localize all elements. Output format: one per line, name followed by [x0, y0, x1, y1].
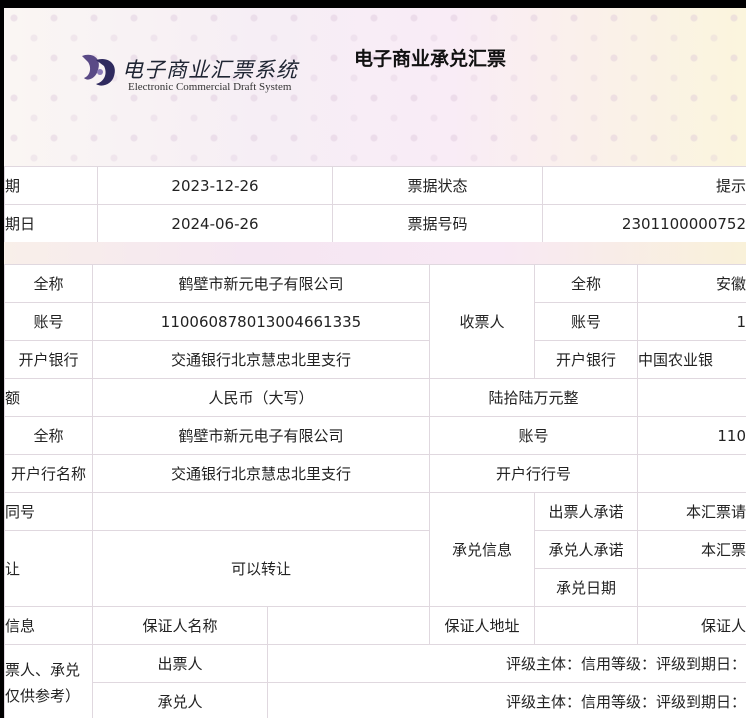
due-date-value: 2024-06-26: [97, 204, 333, 243]
section-divider: [4, 242, 746, 264]
acceptor-bank-value: 交通银行北京慧忠北里支行: [91, 454, 431, 493]
table-row: 让 可以转让 承兑人承诺 本汇票: [4, 530, 746, 607]
rating-section-label: 票人、承兑 仅供参考）: [4, 644, 93, 718]
acceptor-promise-label: 承兑人承诺: [534, 530, 639, 569]
drawer-promise-label: 出票人承诺: [534, 492, 639, 531]
payee-name-label: 全称: [534, 264, 639, 303]
drawer-name-label: 全称: [4, 264, 93, 303]
table-row: 期日 2024-06-26 票据号码 2301100000752: [4, 204, 746, 243]
logo-chinese-text: 电子商业汇票系统: [122, 58, 298, 82]
amount-label: 额: [4, 378, 93, 417]
status-label: 票据状态: [332, 166, 543, 205]
payee-section-label: 收票人: [429, 264, 536, 379]
acceptor-bank-no-label: 开户行行号: [429, 454, 639, 493]
transfer-value: 可以转让: [91, 530, 431, 607]
draft-number-label: 票据号码: [332, 204, 543, 243]
acceptor-account-label: 账号: [429, 416, 639, 455]
guarantor-address-label: 保证人地址: [429, 606, 536, 645]
acceptor-bank-label: 开户行名称: [4, 454, 93, 493]
acceptor-name-value: 鹤壁市新元电子有限公司: [91, 416, 431, 455]
drawer-name-value: 鹤壁市新元电子有限公司: [91, 264, 431, 303]
acceptance-date-value: [637, 568, 746, 607]
status-value: 提示: [542, 166, 746, 205]
drawer-account-value: 110060878013004661335: [91, 302, 431, 341]
table-row: 全称 鹤壁市新元电子有限公司 账号 110: [4, 416, 746, 455]
ecds-logo-icon: [82, 54, 115, 86]
contract-number-label: 同号: [4, 492, 93, 531]
acceptor-account-value: 110: [637, 416, 746, 455]
drawer-promise-value: 本汇票请: [637, 492, 746, 531]
page-title: 电子商业承兑汇票: [354, 48, 507, 70]
table-row: 额 人民币（大写） 陆拾陆万元整: [4, 378, 746, 417]
payee-name-value: 安徽: [637, 264, 746, 303]
acceptor-bank-no-value: [637, 454, 746, 493]
logo-english-text: Electronic Commercial Draft System: [128, 81, 292, 93]
guarantor-address-value: [534, 606, 639, 645]
issue-date-label: 期: [4, 166, 98, 205]
table-row: 同号 承兑信息 出票人承诺 本汇票请: [4, 492, 746, 607]
rating-acceptor-value: 评级主体：信用等级：评级到期日：: [266, 682, 746, 718]
drawer-account-label: 账号: [4, 302, 93, 341]
amount-extra-cell: [637, 378, 746, 417]
rating-label-line-2: 仅供参考）: [5, 686, 81, 705]
payee-account-label: 账号: [534, 302, 639, 341]
acceptor-name-label: 全称: [4, 416, 93, 455]
ecds-logo: 电子商业汇票系统 Electronic Commercial Draft Sys…: [78, 48, 298, 98]
table-row: 承兑人 评级主体：信用等级：评级到期日：: [5, 682, 746, 718]
payee-bank-label: 开户银行: [534, 340, 639, 379]
draft-page: 电子商业汇票系统 Electronic Commercial Draft Sys…: [4, 8, 746, 718]
due-date-label: 期日: [4, 204, 98, 243]
transfer-label: 让: [4, 530, 93, 607]
rating-acceptor-label: 承兑人: [92, 682, 268, 718]
table-row: 信息 保证人名称 保证人地址 保证人: [4, 606, 746, 645]
guarantee-label: 信息: [4, 606, 93, 645]
acceptance-date-label: 承兑日期: [534, 568, 639, 607]
table-row: 账号 110060878013004661335 账号 1: [4, 302, 746, 341]
guarantor-name-value: [266, 606, 431, 645]
table-row: 开户行名称 交通银行北京慧忠北里支行 开户行行号: [4, 454, 746, 493]
issue-date-value: 2023-12-26: [97, 166, 333, 205]
draft-header: 电子商业汇票系统 Electronic Commercial Draft Sys…: [4, 8, 746, 166]
draft-basic-info-table: 期 2023-12-26 票据状态 提示 期日 2024-06-26 票据号码 …: [4, 166, 746, 243]
rating-drawer-value: 评级主体：信用等级：评级到期日：: [266, 644, 746, 683]
payee-bank-value: 中国农业银: [637, 340, 746, 379]
table-row: 开户银行 交通银行北京慧忠北里支行 开户银行 中国农业银: [4, 340, 746, 379]
table-row: 全称 鹤壁市新元电子有限公司 收票人 全称 安徽: [4, 264, 746, 379]
drawer-bank-value: 交通银行北京慧忠北里支行: [91, 340, 431, 379]
table-row: 票人、承兑 仅供参考） 出票人 评级主体：信用等级：评级到期日：: [4, 644, 746, 718]
guarantor-name-label: 保证人名称: [92, 606, 268, 645]
payee-account-value: 1: [637, 302, 746, 341]
table-row: 期 2023-12-26 票据状态 提示: [4, 166, 746, 205]
amount-value: 陆拾陆万元整: [429, 378, 639, 417]
amount-currency-label: 人民币（大写）: [91, 378, 431, 417]
acceptor-promise-value: 本汇票: [637, 530, 746, 569]
rating-label-line-1: 票人、承兑: [5, 660, 81, 679]
drawer-bank-label: 开户银行: [4, 340, 93, 379]
guarantor-label: 保证人: [637, 606, 746, 645]
acceptance-section-label: 承兑信息: [429, 492, 536, 607]
draft-number-value: 2301100000752: [542, 204, 746, 243]
contract-number-value: [91, 492, 431, 531]
rating-drawer-label: 出票人: [92, 644, 268, 683]
draft-detail-table: 全称 鹤壁市新元电子有限公司 收票人 全称 安徽 账号 110060878013…: [4, 264, 746, 718]
